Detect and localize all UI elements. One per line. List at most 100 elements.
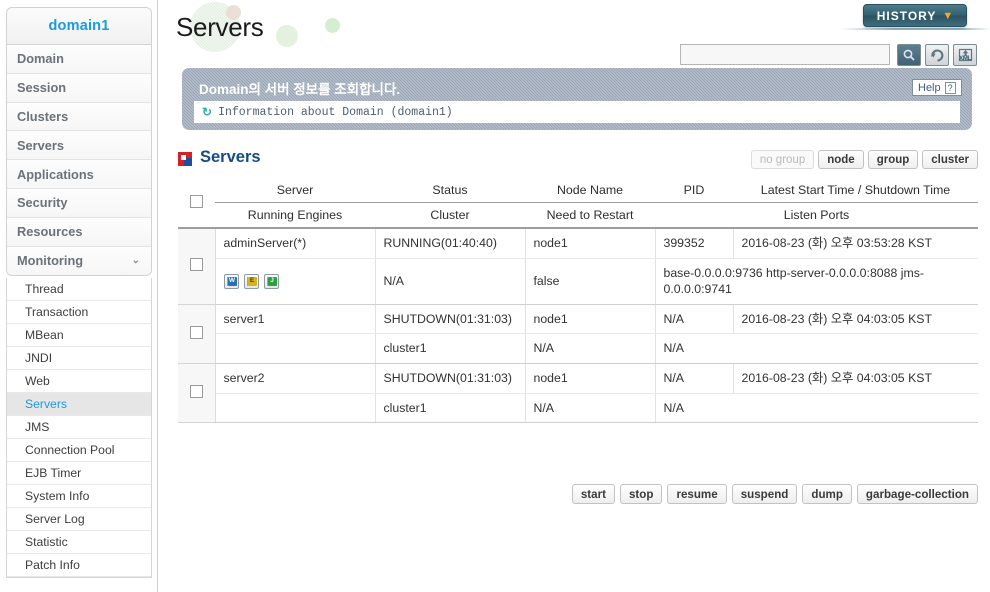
engine-jms-icon[interactable]: J xyxy=(263,273,279,289)
engine-badge: J xyxy=(267,276,277,286)
cell-status: RUNNING(01:40:40) xyxy=(375,228,526,259)
cell-server-name: adminServer(*) xyxy=(215,228,376,259)
sidebar-subitem-connection-pool[interactable]: Connection Pool xyxy=(7,439,151,463)
search-input[interactable] xyxy=(680,44,890,65)
sidebar-item-domain[interactable]: Domain xyxy=(7,45,151,74)
action-buttons: start stop resume suspend dump garbage-c… xyxy=(178,484,978,504)
sidebar-main-nav: Domain Session Clusters Servers Applicat… xyxy=(6,45,152,277)
group-button-label: node xyxy=(827,153,855,166)
engine-web-icon[interactable]: W xyxy=(223,273,239,289)
history-button[interactable]: HISTORY ▼ xyxy=(863,4,967,27)
action-button-label: garbage-collection xyxy=(865,487,969,501)
cell-node-name: node1 xyxy=(525,363,656,394)
sidebar-item-resources[interactable]: Resources xyxy=(7,217,151,247)
group-button-group[interactable]: group xyxy=(867,150,919,169)
column-header-cluster: Cluster xyxy=(375,202,525,229)
info-banner-title: Domain의 서버 정보를 조회합니다. xyxy=(199,82,401,97)
sidebar-item-label: Resources xyxy=(17,224,83,240)
cell-running-engines: W E J xyxy=(215,258,376,305)
sidebar-item-session[interactable]: Session xyxy=(7,73,151,103)
group-button-label: cluster xyxy=(931,153,969,166)
column-header-pid: PID xyxy=(655,178,733,203)
row-select-cell[interactable] xyxy=(178,228,216,305)
sidebar-sub-nav: Thread Transaction MBean JNDI Web Server… xyxy=(6,278,152,579)
help-button[interactable]: Help ? xyxy=(912,79,962,96)
cell-cluster: cluster1 xyxy=(375,333,526,364)
cell-server-name: server2 xyxy=(215,363,376,394)
servers-table: Server Status Node Name PID Latest Start… xyxy=(178,178,978,424)
cell-server-name: server1 xyxy=(215,304,376,335)
sidebar-subitem-web[interactable]: Web xyxy=(7,370,151,394)
cell-pid: N/A xyxy=(655,363,734,394)
group-button-label: no group xyxy=(759,153,806,166)
group-button-cluster[interactable]: cluster xyxy=(922,150,978,169)
cell-pid: 399352 xyxy=(655,228,734,259)
xml-export-icon[interactable]: XML xyxy=(953,44,977,66)
info-banner: Domain의 서버 정보를 조회합니다. Help ? ↻ Informati… xyxy=(182,68,972,130)
sidebar-subitem-ejb-timer[interactable]: EJB Timer xyxy=(7,462,151,486)
question-mark-icon: ? xyxy=(944,81,956,94)
column-header-latest-start-time: Latest Start Time / Shutdown Time xyxy=(733,178,978,203)
stop-button[interactable]: stop xyxy=(619,484,663,504)
sidebar-item-security[interactable]: Security xyxy=(7,188,151,218)
cell-need-to-restart: N/A xyxy=(525,333,656,364)
row-checkbox[interactable] xyxy=(189,385,203,399)
select-all-cell[interactable] xyxy=(178,178,215,229)
cell-node-name: node1 xyxy=(525,304,656,335)
sidebar-item-servers[interactable]: Servers xyxy=(7,131,151,161)
cell-need-to-restart: N/A xyxy=(525,393,656,424)
domain-selector[interactable]: domain1 xyxy=(6,7,152,45)
sidebar: domain1 Domain Session Clusters Servers … xyxy=(0,0,158,592)
sidebar-subitem-mbean[interactable]: MBean xyxy=(7,324,151,348)
info-banner-text: Information about Domain (domain1) xyxy=(218,105,453,119)
sidebar-subitem-label: Transaction xyxy=(25,305,89,320)
resume-button[interactable]: resume xyxy=(667,484,727,504)
search-icon[interactable] xyxy=(897,44,921,66)
row-select-cell[interactable] xyxy=(178,304,216,364)
sidebar-subitem-jndi[interactable]: JNDI xyxy=(7,347,151,371)
table-row: server2 SHUTDOWN(01:31:03) node1 N/A 201… xyxy=(178,363,978,424)
sidebar-subitem-label: System Info xyxy=(25,489,90,504)
column-header-server: Server xyxy=(215,178,375,203)
sidebar-item-monitoring[interactable]: Monitoring ⌄ xyxy=(7,246,151,276)
group-button-node[interactable]: node xyxy=(818,150,864,169)
sidebar-subitem-transaction[interactable]: Transaction xyxy=(7,301,151,325)
garbage-collection-button[interactable]: garbage-collection xyxy=(856,484,978,504)
start-button[interactable]: start xyxy=(571,484,615,504)
engine-badge: W xyxy=(227,276,237,286)
cell-status: SHUTDOWN(01:31:03) xyxy=(375,363,526,394)
cell-running-engines xyxy=(215,393,376,424)
sidebar-subitem-servers[interactable]: Servers xyxy=(7,393,151,417)
sidebar-subitem-system-info[interactable]: System Info xyxy=(7,485,151,509)
group-button-no-group[interactable]: no group xyxy=(750,150,815,169)
group-button-label: group xyxy=(876,153,910,166)
suspend-button[interactable]: suspend xyxy=(731,484,798,504)
action-button-label: stop xyxy=(628,487,654,501)
sidebar-item-applications[interactable]: Applications xyxy=(7,160,151,189)
dump-button[interactable]: dump xyxy=(802,484,852,504)
sidebar-item-label: Security xyxy=(17,195,68,211)
cell-cluster: N/A xyxy=(375,258,526,305)
row-checkbox[interactable] xyxy=(189,258,203,272)
engine-ejb-icon[interactable]: E xyxy=(243,273,259,289)
sidebar-subitem-jms[interactable]: JMS xyxy=(7,416,151,440)
sidebar-subitem-label: Connection Pool xyxy=(25,443,115,458)
refresh-small-icon: ↻ xyxy=(202,105,213,119)
chevron-down-icon: ▼ xyxy=(942,9,954,22)
decorative-circle-green-1 xyxy=(276,25,298,47)
row-select-cell[interactable] xyxy=(178,363,216,424)
action-button-label: start xyxy=(580,487,606,501)
sidebar-subitem-thread[interactable]: Thread xyxy=(7,278,151,302)
refresh-icon[interactable] xyxy=(925,44,949,66)
sidebar-subitem-label: EJB Timer xyxy=(25,466,82,481)
sidebar-item-clusters[interactable]: Clusters xyxy=(7,102,151,132)
select-all-checkbox[interactable] xyxy=(190,194,203,208)
sidebar-subitem-statistic[interactable]: Statistic xyxy=(7,531,151,555)
sidebar-subitem-server-log[interactable]: Server Log xyxy=(7,508,151,532)
sidebar-inner: domain1 Domain Session Clusters Servers … xyxy=(6,7,152,579)
sidebar-subitem-patch-info[interactable]: Patch Info xyxy=(7,554,151,578)
row-checkbox[interactable] xyxy=(189,325,203,339)
table-row: adminServer(*) RUNNING(01:40:40) node1 3… xyxy=(178,228,978,305)
sidebar-subitem-label: JMS xyxy=(25,420,50,435)
sidebar-item-label: Clusters xyxy=(17,108,69,124)
